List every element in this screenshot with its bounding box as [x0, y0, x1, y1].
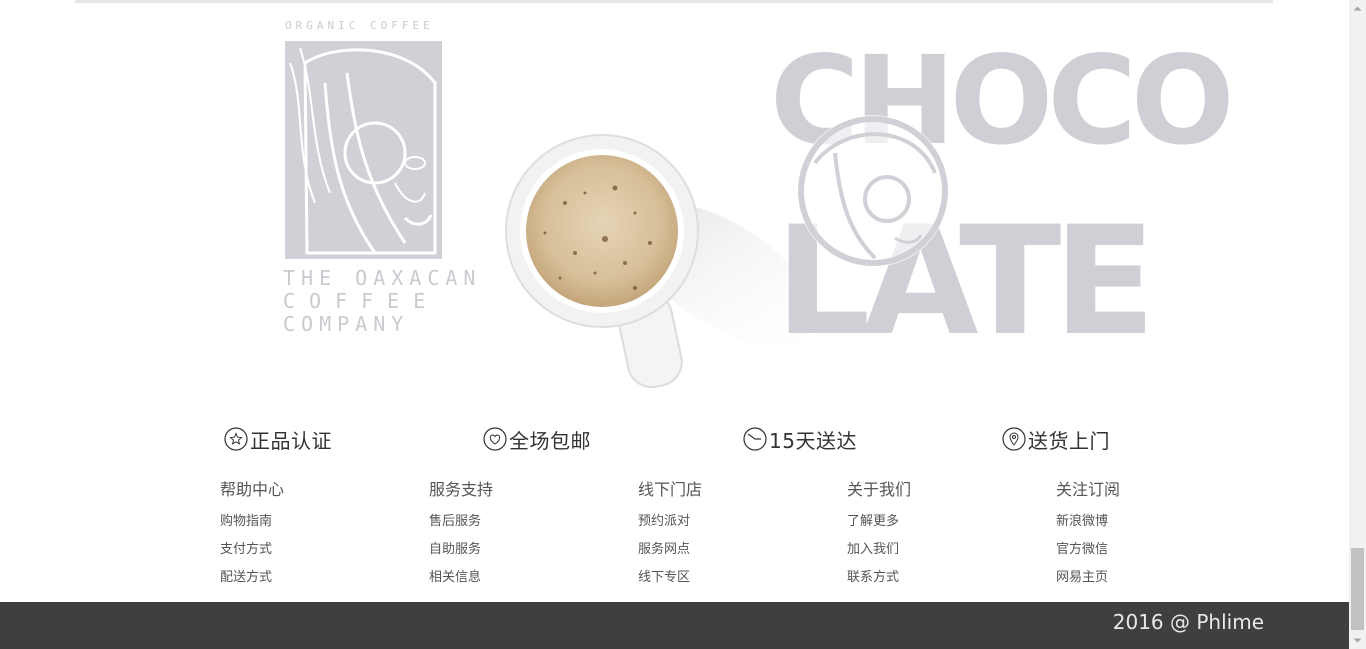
location-pin-icon: [1002, 427, 1026, 451]
logo-bottom-line-3: COMPANY: [283, 312, 409, 336]
feature-label: 全场包邮: [509, 428, 591, 453]
hero-illustration: ORGANIC COFFEE THE OAXACAN COFFEE COMPAN…: [283, 19, 1235, 389]
feature-label: 15天送达: [769, 428, 857, 453]
footer-link[interactable]: 支付方式: [220, 536, 400, 564]
heart-circle-icon: [483, 427, 507, 451]
column-title: 关注订阅: [1056, 480, 1121, 499]
footer-bar: 2016 @ Phlime: [0, 602, 1349, 649]
footer-column-subscribe: 关注订阅 新浪微博 官方微信 网易主页: [1056, 478, 1236, 592]
feature-free-shipping: 全场包邮: [483, 422, 591, 456]
feature-label: 送货上门: [1028, 428, 1110, 453]
feature-authentic: 正品认证: [224, 422, 332, 456]
footer-link[interactable]: 线下专区: [638, 564, 818, 592]
footer-column-help: 帮助中心 购物指南 支付方式 配送方式: [220, 478, 400, 592]
logo-face-panel: [285, 41, 442, 259]
feature-label: 正品认证: [250, 428, 332, 453]
footer-links: 帮助中心 购物指南 支付方式 配送方式 服务支持 售后服务 自助服务 相关信息 …: [0, 478, 1349, 588]
footer-link[interactable]: 服务网点: [638, 536, 818, 564]
copyright-text: 2016 @ Phlime: [1112, 610, 1264, 634]
footer-link[interactable]: 相关信息: [429, 564, 609, 592]
page: ORGANIC COFFEE THE OAXACAN COFFEE COMPAN…: [0, 0, 1349, 649]
oaxacan-logo: ORGANIC COFFEE THE OAXACAN COFFEE COMPAN…: [283, 19, 481, 336]
footer-link[interactable]: 了解更多: [847, 508, 1027, 536]
feature-delivery-days: 15天送达: [743, 422, 857, 456]
logo-bottom-line-2: COFFEE: [283, 289, 439, 313]
logo-top-text: ORGANIC COFFEE: [285, 19, 434, 32]
column-title: 线下门店: [638, 480, 703, 499]
footer-link[interactable]: 加入我们: [847, 536, 1027, 564]
footer-link[interactable]: 配送方式: [220, 564, 400, 592]
footer-link[interactable]: 购物指南: [220, 508, 400, 536]
footer-column-stores: 线下门店 预约派对 服务网点 线下专区: [638, 478, 818, 592]
clock-circle-icon: [743, 427, 767, 451]
footer-column-support: 服务支持 售后服务 自助服务 相关信息: [429, 478, 609, 592]
logo-bottom-line-1: THE OAXACAN: [283, 266, 481, 290]
feature-door-delivery: 送货上门: [1002, 422, 1110, 456]
scroll-down-arrow-icon[interactable]: [1349, 632, 1366, 649]
footer-link[interactable]: 网易主页: [1056, 564, 1236, 592]
column-title: 帮助中心: [220, 480, 285, 499]
footer-link[interactable]: 新浪微博: [1056, 508, 1236, 536]
footer-link[interactable]: 预约派对: [638, 508, 818, 536]
feature-strip: 正品认证 全场包邮 15天送达 送货上门: [0, 422, 1349, 456]
hero-banner: ORGANIC COFFEE THE OAXACAN COFFEE COMPAN…: [75, 3, 1273, 401]
star-circle-icon: [224, 427, 248, 451]
footer-link[interactable]: 联系方式: [847, 564, 1027, 592]
column-title: 服务支持: [429, 480, 494, 499]
scroll-up-arrow-icon[interactable]: [1349, 0, 1366, 17]
chocolate-logo: CHOCO LATE: [770, 30, 1235, 369]
scrollbar-thumb[interactable]: [1351, 548, 1364, 630]
footer-link[interactable]: 自助服务: [429, 536, 609, 564]
column-title: 关于我们: [847, 480, 912, 499]
footer-column-about: 关于我们 了解更多 加入我们 联系方式: [847, 478, 1027, 592]
footer-link[interactable]: 售后服务: [429, 508, 609, 536]
footer-link[interactable]: 官方微信: [1056, 536, 1236, 564]
vertical-scrollbar[interactable]: [1349, 0, 1366, 649]
